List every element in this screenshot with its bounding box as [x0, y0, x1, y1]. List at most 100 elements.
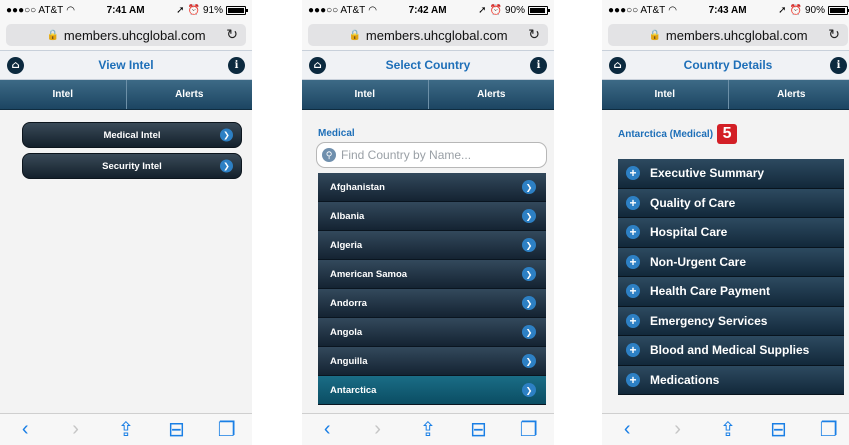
lock-icon: 🔒 — [348, 29, 361, 41]
forward-icon[interactable]: › — [65, 418, 87, 441]
country-name: Antarctica — [330, 384, 377, 396]
plus-icon: + — [626, 313, 640, 328]
location-icon: ➚ — [176, 4, 185, 16]
accordion-label: Medications — [650, 372, 720, 387]
accordion-item[interactable]: + Executive Summary — [618, 159, 844, 189]
accordion-item[interactable]: + Hospital Care — [618, 218, 844, 248]
alarm-icon: ⏰ — [187, 4, 200, 16]
forward-icon[interactable]: › — [667, 418, 689, 441]
info-icon[interactable]: i — [227, 56, 245, 74]
search-placeholder: Find Country by Name... — [341, 148, 472, 162]
back-icon[interactable]: ‹ — [14, 418, 36, 441]
security-intel-button[interactable]: Security Intel ❯ — [22, 153, 242, 179]
plus-icon: + — [626, 284, 640, 299]
country-item[interactable]: Andorra ❯ — [318, 289, 546, 318]
forward-icon[interactable]: › — [367, 418, 389, 441]
page-title: Country Details — [683, 58, 773, 72]
tab-bar: Intel Alerts — [302, 80, 554, 110]
medical-intel-button[interactable]: Medical Intel ❯ — [22, 122, 242, 148]
alarm-icon: ⏰ — [789, 4, 802, 16]
url-field[interactable]: 🔒 members.uhcglobal.com ↻ — [308, 24, 548, 46]
alarm-icon: ⏰ — [489, 4, 502, 16]
reload-icon[interactable]: ↻ — [828, 26, 840, 43]
share-icon[interactable]: ⇪ — [115, 419, 137, 441]
status-bar: ●●●○○ AT&T ◠ 7:43 AM ➚ ⏰ 90% — [602, 0, 849, 20]
plus-icon: + — [626, 195, 640, 210]
bookmarks-icon[interactable]: ⊟ — [767, 419, 789, 441]
info-icon[interactable]: i — [830, 56, 847, 74]
url-text: members.uhcglobal.com — [665, 27, 808, 43]
info-icon[interactable]: i — [530, 56, 547, 74]
accordion-item[interactable]: + Health Care Payment — [618, 277, 844, 307]
tab-intel[interactable]: Intel — [302, 80, 428, 109]
status-bar: ●●●○○ AT&T ◠ 7:42 AM ➚ ⏰ 90% — [302, 0, 554, 20]
page-title: Select Country — [385, 58, 471, 72]
accordion-label: Hospital Care — [650, 225, 728, 240]
country-item[interactable]: Angola ❯ — [318, 318, 546, 347]
chevron-right-icon: ❯ — [522, 267, 536, 281]
carrier-label: ●●●○○ AT&T — [6, 4, 64, 16]
url-field[interactable]: 🔒 members.uhcglobal.com ↻ — [608, 24, 848, 46]
tab-intel[interactable]: Intel — [0, 80, 126, 109]
wifi-icon: ◠ — [668, 4, 677, 16]
rating-badge: 5 — [717, 124, 738, 144]
reload-icon[interactable]: ↻ — [528, 26, 540, 43]
phone-screen-select-country: ●●●○○ AT&T ◠ 7:42 AM ➚ ⏰ 90% 🔒 members.uhcgl… — [302, 0, 554, 445]
tab-intel[interactable]: Intel — [602, 80, 728, 109]
share-icon[interactable]: ⇪ — [717, 419, 739, 441]
app-header: ⌂ View Intel i — [0, 50, 252, 80]
time-label: 7:41 AM — [106, 4, 145, 16]
back-icon[interactable]: ‹ — [616, 418, 638, 441]
url-field[interactable]: 🔒 members.uhcglobal.com ↻ — [6, 24, 246, 46]
tab-alerts[interactable]: Alerts — [427, 80, 555, 109]
accordion-label: Non-Urgent Care — [650, 254, 747, 269]
reload-icon[interactable]: ↻ — [226, 26, 238, 43]
share-icon[interactable]: ⇪ — [417, 419, 439, 441]
tabs-icon[interactable]: ❐ — [216, 419, 238, 441]
carrier-label: ●●●○○ AT&T — [608, 4, 666, 16]
accordion-item[interactable]: + Quality of Care — [618, 188, 844, 218]
plus-icon: + — [626, 225, 640, 240]
country-name: Andorra — [330, 297, 367, 309]
accordion-item[interactable]: + Blood and Medical Supplies — [618, 336, 844, 366]
plus-icon: + — [626, 343, 640, 358]
lock-icon: 🔒 — [46, 29, 59, 41]
bookmarks-icon[interactable]: ⊟ — [467, 419, 489, 441]
country-item[interactable]: Afghanistan ❯ — [318, 173, 546, 202]
home-icon[interactable]: ⌂ — [609, 56, 626, 74]
tabs-icon[interactable]: ❐ — [518, 419, 540, 441]
country-search-input[interactable]: ⚲ Find Country by Name... — [316, 142, 547, 168]
location-icon: ➚ — [778, 4, 787, 16]
battery-percent: 90% — [804, 4, 825, 16]
country-name: Anguilla — [330, 355, 368, 367]
back-icon[interactable]: ‹ — [316, 418, 338, 441]
address-bar: 🔒 members.uhcglobal.com ↻ — [602, 20, 849, 50]
time-label: 7:43 AM — [708, 4, 747, 16]
accordion-item[interactable]: + Emergency Services — [618, 306, 844, 336]
app-header: ⌂ Country Details i — [602, 50, 849, 80]
home-icon[interactable]: ⌂ — [309, 56, 326, 74]
chevron-right-icon: ❯ — [522, 209, 536, 223]
country-item[interactable]: American Samoa ❯ — [318, 260, 546, 289]
bookmarks-icon[interactable]: ⊟ — [165, 419, 187, 441]
tabs-icon[interactable]: ❐ — [818, 419, 840, 441]
accordion-item[interactable]: + Non-Urgent Care — [618, 247, 844, 277]
chevron-right-icon: ❯ — [522, 238, 536, 252]
home-icon[interactable]: ⌂ — [7, 56, 24, 74]
location-icon: ➚ — [478, 4, 487, 16]
url-text: members.uhcglobal.com — [365, 27, 508, 43]
accordion-item[interactable]: + Medications — [618, 365, 844, 395]
chevron-right-icon: ❯ — [522, 296, 536, 310]
section-heading: Medical — [318, 128, 355, 139]
tab-alerts[interactable]: Alerts — [727, 80, 849, 109]
address-bar: 🔒 members.uhcglobal.com ↻ — [0, 20, 252, 50]
tab-alerts[interactable]: Alerts — [125, 80, 253, 109]
country-item-selected[interactable]: Antarctica ❯ — [318, 376, 546, 405]
country-name: Algeria — [330, 239, 363, 251]
country-item[interactable]: Anguilla ❯ — [318, 347, 546, 376]
wifi-icon: ◠ — [368, 4, 377, 16]
browser-toolbar: ‹ › ⇪ ⊟ ❐ — [302, 413, 554, 445]
country-item[interactable]: Algeria ❯ — [318, 231, 546, 260]
url-text: members.uhcglobal.com — [63, 27, 206, 43]
country-item[interactable]: Albania ❯ — [318, 202, 546, 231]
